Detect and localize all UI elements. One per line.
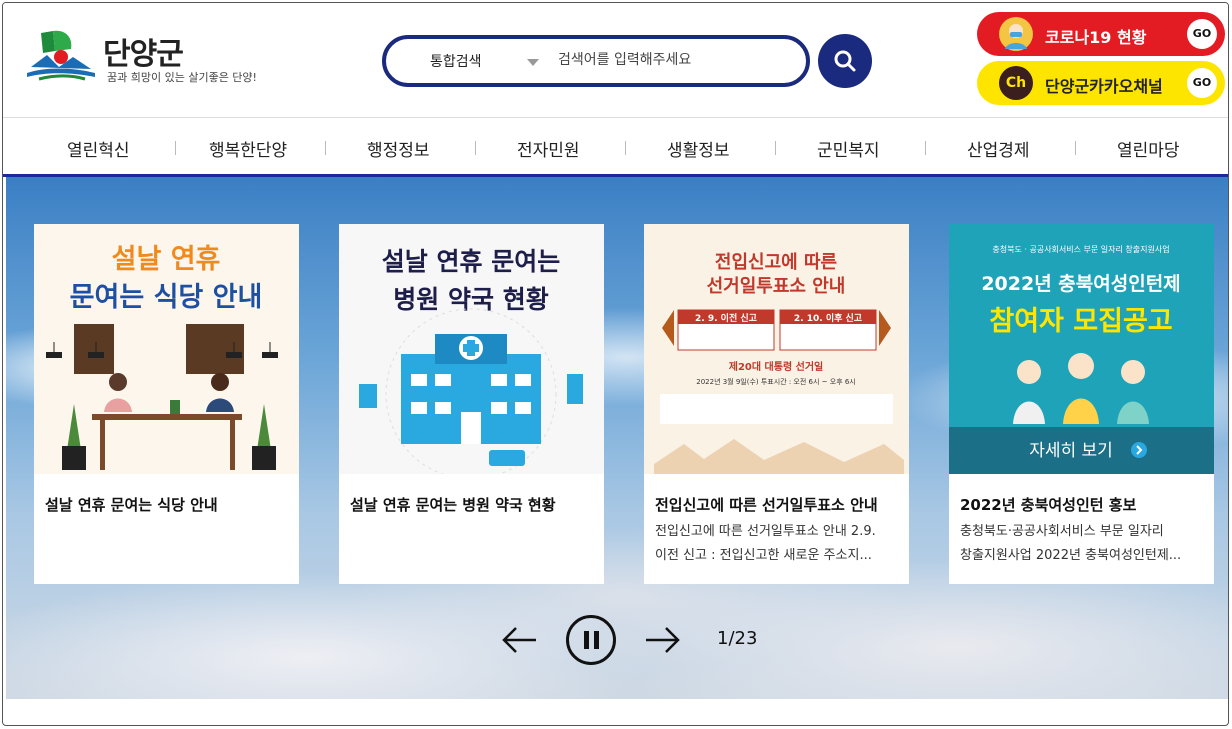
card-image-text: 전입신고에 따른 (715, 251, 837, 273)
slider-card[interactable]: 충청북도 · 공공사회서비스 부문 일자리 창출지원사업 2022년 충북여성인… (949, 224, 1214, 584)
nav-item-admin-info[interactable]: 행정정보 (367, 136, 430, 161)
nav-divider (475, 141, 476, 155)
card-image-text: 자세히 보기 (1029, 441, 1113, 461)
card-thumbnail: 전입신고에 따른 선거일투표소 안내 2. 9. 이전 신고 2. 10. 이후… (644, 224, 909, 474)
nav-divider (1075, 141, 1076, 155)
card-image-text: 2. 9. 이전 신고 (695, 312, 757, 324)
go-badge: GO (1187, 19, 1217, 49)
go-badge: GO (1187, 68, 1217, 98)
card-description-line: 충청북도·공공사회서비스 부문 일자리 (960, 524, 1164, 539)
card-image-text: 설날 연휴 문여는 (382, 247, 560, 276)
covid19-status-button[interactable]: 코로나19 현황 GO (977, 12, 1225, 56)
card-description-line: 전입신고에 따른 선거일투표소 안내 2.9. (655, 524, 876, 539)
card-image-text: 선거일투표소 안내 (707, 276, 846, 297)
chevron-down-icon[interactable] (527, 59, 539, 66)
card-image-text: 참여자 모집공고 (989, 306, 1172, 337)
search-icon (834, 50, 856, 72)
nav-item-welfare[interactable]: 군민복지 (817, 136, 880, 161)
nav-divider (925, 141, 926, 155)
kakao-channel-button[interactable]: Ch 단양군카카오채널 GO (977, 61, 1225, 105)
kakao-channel-icon: Ch (999, 66, 1033, 100)
card-image-text: 2022년 충북여성인턴제 (981, 273, 1180, 295)
card-image-text: 2022년 3월 9일(수) 투표시간 : 오전 6시 ~ 오후 6시 (696, 377, 856, 386)
logo-name: 단양군 (103, 37, 184, 72)
card-description: 전입신고에 따른 선거일투표소 안내 2.9. 이전 신고 : 전입신고한 새로… (655, 520, 900, 568)
card-image-text: 문여는 식당 안내 (70, 282, 263, 313)
nav-divider (775, 141, 776, 155)
card-description: 충청북도·공공사회서비스 부문 일자리 창출지원사업 2022년 충북여성인턴제… (960, 520, 1205, 568)
arrow-left-icon[interactable] (502, 615, 538, 665)
card-thumbnail: 설날 연휴 문여는 병원 약국 현황 (339, 224, 604, 474)
pause-icon (584, 631, 589, 649)
search-bar: 통합검색 (382, 35, 810, 87)
search-button[interactable] (818, 34, 872, 88)
arrow-right-icon[interactable] (644, 615, 680, 665)
nav-item-happy-danyang[interactable]: 행복한단양 (209, 136, 287, 161)
slider-card[interactable]: 설날 연휴 문여는 식당 안내 설날 연휴 문여는 식당 안내 (34, 224, 299, 584)
notice-slider: 설날 연휴 문여는 식당 안내 설날 연휴 문여는 식당 안내 설날 연휴 문여… (6, 177, 1228, 699)
nav-item-e-civil[interactable]: 전자민원 (517, 136, 580, 161)
pause-icon (594, 631, 599, 649)
card-title: 전입신고에 따른 선거일투표소 안내 (655, 496, 878, 514)
nav-divider (325, 141, 326, 155)
nav-item-industry[interactable]: 산업경제 (967, 136, 1030, 161)
slider-card[interactable]: 설날 연휴 문여는 병원 약국 현황 설날 연휴 문여는 병원 약국 현황 (339, 224, 604, 584)
slider-card[interactable]: 전입신고에 따른 선거일투표소 안내 2. 9. 이전 신고 2. 10. 이후… (644, 224, 909, 584)
card-description-line: 이전 신고 : 전입신고한 새로운 주소지... (655, 548, 872, 563)
pause-button[interactable] (566, 615, 616, 665)
site-header: 단양군 꿈과 희망이 있는 살기좋은 단양! 통합검색 코로나19 현황 (3, 3, 1228, 117)
logo-slogan: 꿈과 희망이 있는 살기좋은 단양! (107, 71, 257, 84)
nav-item-life-info[interactable]: 생활정보 (667, 136, 730, 161)
covid19-status-label: 코로나19 현황 (1045, 28, 1147, 47)
card-thumbnail: 설날 연휴 문여는 식당 안내 (34, 224, 299, 474)
card-thumbnail: 충청북도 · 공공사회서비스 부문 일자리 창출지원사업 2022년 충북여성인… (949, 224, 1214, 474)
page-frame: 단양군 꿈과 희망이 있는 살기좋은 단양! 통합검색 코로나19 현황 (2, 2, 1229, 726)
card-image-text: 제20대 대통령 선거일 (729, 360, 823, 373)
card-title: 설날 연휴 문여는 식당 안내 (45, 496, 218, 514)
danyang-emblem-icon (27, 30, 95, 81)
kakao-channel-label: 단양군카카오채널 (1045, 77, 1163, 96)
card-title: 2022년 충북여성인턴 홍보 (960, 496, 1137, 514)
site-logo[interactable]: 단양군 꿈과 희망이 있는 살기좋은 단양! (25, 25, 275, 95)
slide-pager: 1/23 (717, 628, 758, 649)
mask-person-icon (999, 17, 1033, 51)
card-image-text: 병원 약국 현황 (393, 285, 548, 314)
nav-item-open-innovation[interactable]: 열린혁신 (67, 136, 130, 161)
search-type-select[interactable]: 통합검색 (430, 51, 482, 71)
card-description-line: 창출지원사업 2022년 충북여성인턴제... (960, 548, 1182, 563)
main-nav: 열린혁신 행복한단양 행정정보 전자민원 생활정보 군민복지 산업경제 열린마당 (3, 117, 1228, 177)
nav-divider (625, 141, 626, 155)
card-image-text: 충청북도 · 공공사회서비스 부문 일자리 창출지원사업 (992, 244, 1169, 254)
card-image-text: 설날 연휴 (112, 244, 221, 275)
nav-divider (175, 141, 176, 155)
nav-item-open-forum[interactable]: 열린마당 (1117, 136, 1180, 161)
search-input[interactable] (558, 45, 788, 75)
card-image-text: 2. 10. 이후 신고 (794, 312, 862, 324)
card-title: 설날 연휴 문여는 병원 약국 현황 (350, 496, 556, 514)
